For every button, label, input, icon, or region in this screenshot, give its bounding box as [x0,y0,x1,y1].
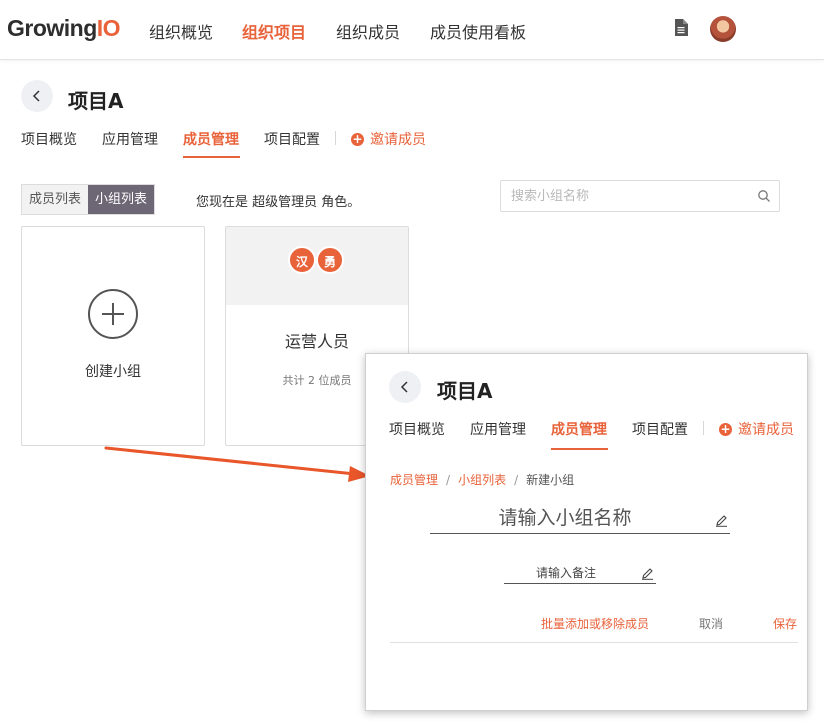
pencil-icon[interactable] [715,514,728,527]
tab-project-overview[interactable]: 项目概览 [21,129,77,149]
member-avatar: 勇 [316,246,344,274]
nav-org-overview[interactable]: 组织概览 [149,19,213,43]
logo-accent-text: IO [96,15,121,41]
tab-member-management[interactable]: 成员管理 [551,419,607,439]
search-icon[interactable] [757,189,771,203]
pencil-icon[interactable] [641,567,654,580]
tab-app-management[interactable]: 应用管理 [102,129,158,149]
back-button[interactable] [21,80,53,112]
chevron-left-icon [400,381,408,393]
document-icon[interactable] [674,19,688,36]
breadcrumb-separator: / [446,473,451,487]
page-title: 项目A [68,89,124,113]
group-name-input[interactable] [430,504,700,532]
invite-member-button[interactable]: + 邀请成员 [719,419,794,439]
list-view-toggle: 成员列表 小组列表 [21,184,156,215]
group-name-field [430,504,730,534]
breadcrumb-new-group: 新建小组 [526,473,575,487]
tab-project-config[interactable]: 项目配置 [264,129,320,149]
segment-member-list[interactable]: 成员列表 [22,185,89,214]
logo-text: Growing [7,15,97,41]
create-group-card[interactable]: 创建小组 [21,226,205,446]
group-search-box [500,180,780,212]
member-avatar: 汉 [288,246,316,274]
growingio-logo[interactable]: GrowingIO [7,15,121,42]
group-note-input[interactable] [504,563,628,583]
tab-divider [703,421,704,435]
panel-title: 项目A [437,379,493,403]
breadcrumb: 成员管理 / 小组列表 / 新建小组 [390,471,574,488]
user-avatar[interactable] [710,16,736,42]
plus-circle-icon [88,289,138,339]
tab-divider [335,131,336,145]
role-info-text: 您现在是 超级管理员 角色。 [196,195,361,210]
breadcrumb-member-management[interactable]: 成员管理 [390,473,438,487]
new-group-panel: 项目A 项目概览 应用管理 成员管理 项目配置 + 邀请成员 成员管理 / 小组列表… [365,353,808,711]
active-tab-underline [183,156,240,158]
nav-org-members[interactable]: 组织成员 [336,19,400,43]
segment-group-list[interactable]: 小组列表 [88,185,155,214]
batch-edit-members-button[interactable]: 批量添加或移除成员 [541,615,649,632]
tab-member-management[interactable]: 成员管理 [183,129,239,149]
cancel-button[interactable]: 取消 [699,615,723,632]
active-tab-underline [551,448,608,450]
group-note-field [504,562,656,584]
breadcrumb-group-list[interactable]: 小组列表 [458,473,506,487]
tab-project-config[interactable]: 项目配置 [632,419,688,439]
nav-org-projects[interactable]: 组织项目 [242,19,306,43]
back-button[interactable] [389,371,421,403]
annotation-arrow-icon [104,446,370,482]
panel-divider [390,642,798,643]
top-navbar: GrowingIO 组织概览 组织项目 组织成员 成员使用看板 [0,0,824,60]
group-card-header: 汉 勇 [226,227,408,305]
invite-label: 邀请成员 [370,132,426,148]
nav-member-dashboard[interactable]: 成员使用看板 [430,19,526,43]
create-group-label: 创建小组 [85,364,141,380]
plus-circle-icon: + [719,421,732,436]
group-search-input[interactable] [501,181,741,211]
plus-circle-icon: + [351,131,364,146]
save-button[interactable]: 保存 [773,615,797,632]
group-name: 运营人员 [284,332,349,351]
tab-app-management[interactable]: 应用管理 [470,419,526,439]
chevron-left-icon [32,90,40,102]
invite-label: 邀请成员 [738,422,794,438]
invite-member-button[interactable]: + 邀请成员 [351,129,426,149]
breadcrumb-separator: / [514,473,519,487]
tab-project-overview[interactable]: 项目概览 [389,419,445,439]
